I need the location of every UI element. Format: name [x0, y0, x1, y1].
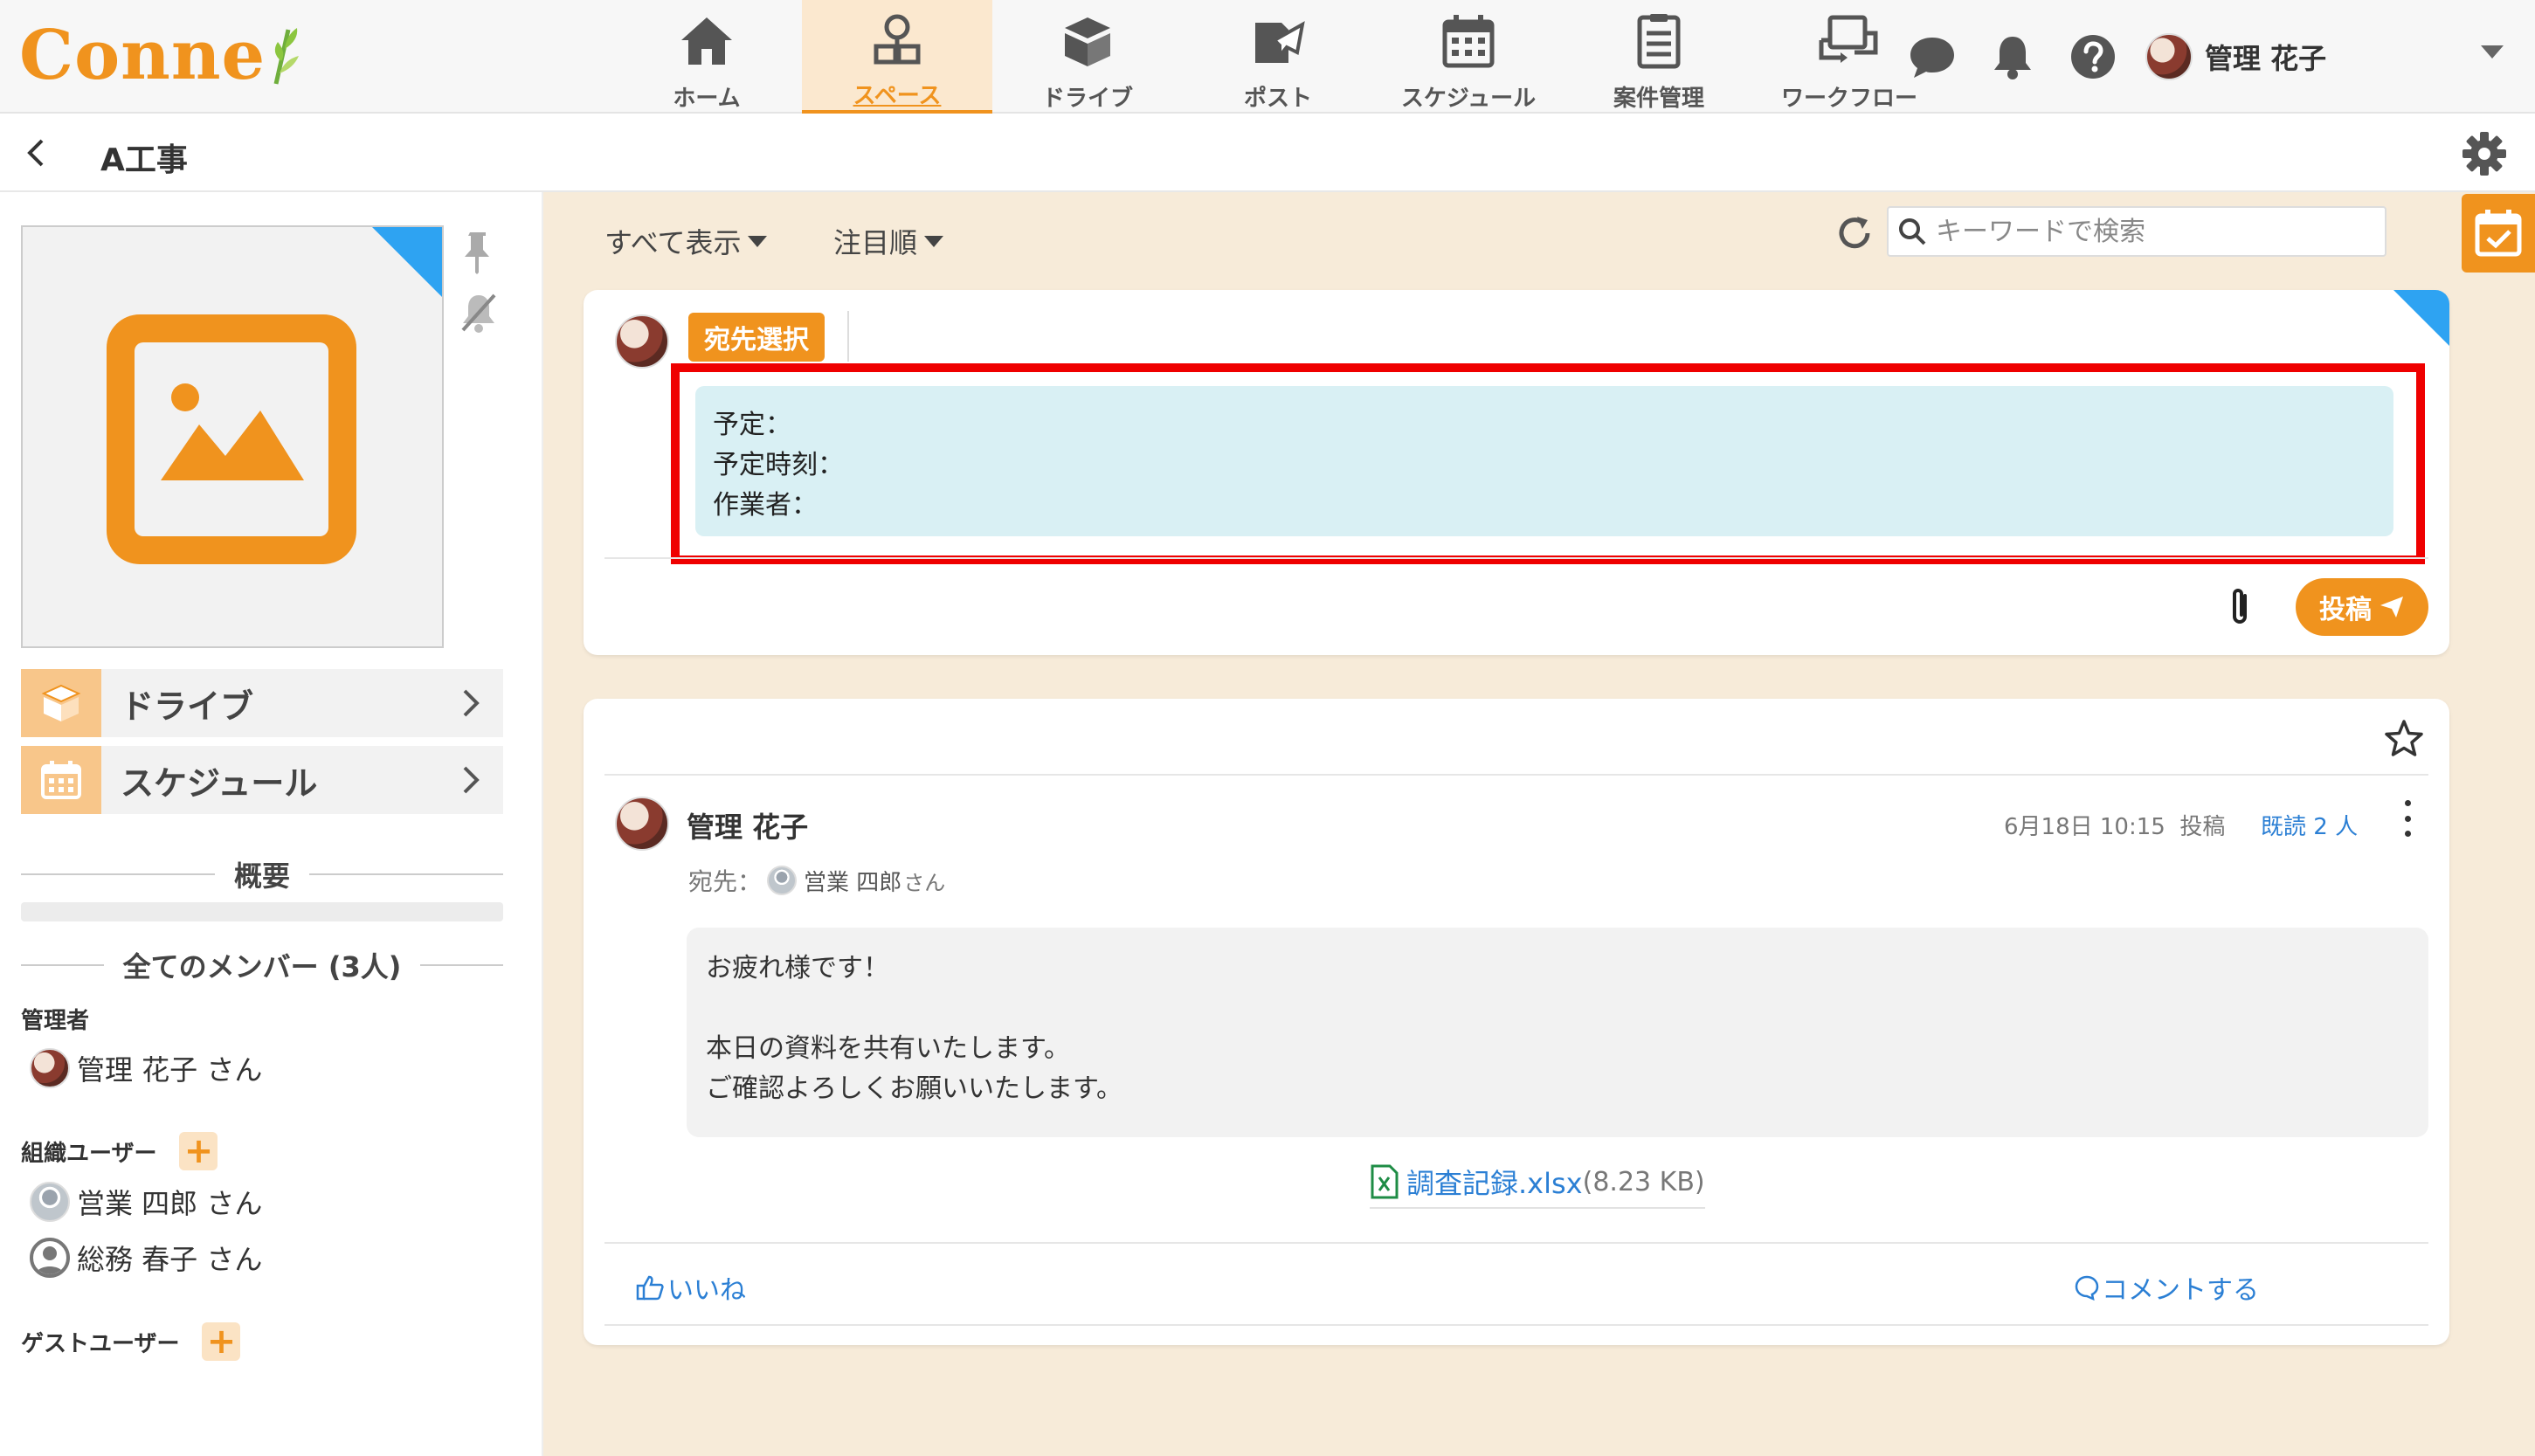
header-actions: 管理 花子 [1904, 26, 2326, 87]
add-guest-user-button[interactable]: + [202, 1322, 241, 1361]
comment-button[interactable]: コメントする [2074, 1268, 2259, 1307]
chevron-right-icon [463, 766, 480, 794]
nav-post[interactable]: ポスト [1183, 0, 1373, 114]
paperclip-icon[interactable] [2228, 585, 2254, 627]
avatar [30, 1048, 70, 1088]
divider [604, 1324, 2428, 1326]
sidebar-link-drive[interactable]: ドライブ [21, 669, 503, 737]
caret-down-icon [924, 235, 944, 247]
notification-off-icon[interactable] [459, 292, 498, 334]
page-title: A工事 [100, 142, 188, 178]
post-menu-icon[interactable] [2402, 800, 2413, 837]
role-admin-label: 管理者 [21, 1008, 90, 1034]
chevron-right-icon [463, 689, 480, 717]
pin-icon[interactable] [463, 231, 493, 274]
conne-logo[interactable]: Conne [19, 15, 304, 95]
post-recipients: 宛先： 営業 四郎 さん [688, 866, 946, 896]
calendar-icon [21, 746, 101, 814]
post-author: 管理 花子 [687, 811, 809, 844]
post-icon [1246, 9, 1310, 73]
user-name: 管理 花子 [2205, 42, 2327, 75]
chat-button[interactable] [1904, 29, 1960, 85]
member-item[interactable]: 総務 春子 さん [30, 1238, 262, 1278]
send-icon [2380, 597, 2403, 618]
help-icon [2071, 35, 2115, 79]
post-card: 管理 花子 6月18日 10:15 投稿 既読 2 人 宛先： 営業 四郎 さん… [584, 699, 2449, 1345]
logo-text: Conne [19, 15, 266, 95]
bell-icon [1994, 37, 2031, 79]
sidebar-link-schedule[interactable]: スケジュール [21, 746, 503, 814]
post-button[interactable]: 投稿 [2296, 578, 2428, 636]
show-all-filter[interactable]: すべて表示 [604, 221, 768, 261]
nav-schedule[interactable]: スケジュール [1373, 0, 1564, 114]
like-button[interactable]: いいね [636, 1268, 746, 1307]
space-header: A工事 [0, 114, 2535, 192]
chat-bubble-icon [1910, 38, 1954, 78]
back-chevron-icon[interactable] [21, 138, 51, 168]
role-guest-users-label: ゲストユーザー + [21, 1322, 241, 1361]
schedule-icon [1436, 9, 1501, 73]
calendar-check-icon [2475, 210, 2522, 257]
project-icon [1627, 9, 1691, 73]
overview-content [21, 902, 503, 921]
add-org-user-button[interactable]: + [179, 1132, 218, 1170]
search-icon [1899, 218, 1926, 245]
gear-icon[interactable] [2462, 131, 2507, 176]
overview-heading: 概要 [21, 854, 504, 894]
search-input[interactable] [1936, 216, 2373, 247]
help-button[interactable] [2065, 29, 2121, 85]
divider [604, 1242, 2428, 1244]
main-nav: ホーム スペース ドライブ ポスト スケジュール 案件管理 ワークフロー [611, 0, 1944, 114]
attachment-size: (8.23 KB) [1582, 1166, 1705, 1197]
default-avatar-icon [30, 1238, 70, 1278]
divider [604, 557, 2428, 559]
excel-file-icon [1371, 1164, 1399, 1199]
attachment-link[interactable]: 調査記録.xlsx [1406, 1162, 1583, 1202]
home-icon [674, 9, 739, 73]
author-avatar [615, 797, 669, 851]
top-navigation-bar: Conne ホーム スペース ドライブ ポスト スケジュール 案件管理 ワークフ… [0, 0, 2535, 114]
user-menu[interactable]: 管理 花子 [2145, 33, 2326, 80]
post-timestamp: 6月18日 10:15 投稿 [2004, 814, 2226, 840]
new-badge-corner [372, 227, 442, 297]
attachment: 調査記録.xlsx (8.23 KB) [1370, 1162, 1705, 1209]
space-icon [865, 9, 929, 71]
nav-drive[interactable]: ドライブ [992, 0, 1183, 114]
nav-project-management[interactable]: 案件管理 [1564, 0, 1754, 114]
member-item[interactable]: 営業 四郎 さん [30, 1182, 262, 1222]
members-heading: 全てのメンバー (3人) [21, 945, 504, 985]
caret-down-icon [748, 235, 768, 247]
workflow-icon [1817, 9, 1882, 73]
compose-card: 宛先選択 予定： 予定時刻： 作業者： 投稿 [584, 290, 2449, 655]
search-box[interactable] [1887, 206, 2386, 257]
leaf-icon [273, 28, 300, 85]
user-menu-caret-icon[interactable] [2481, 45, 2504, 59]
calendar-side-tab[interactable] [2462, 194, 2535, 273]
thumbs-up-icon [636, 1275, 664, 1301]
member-item[interactable]: 管理 花子 さん [30, 1048, 262, 1088]
new-badge-corner [2393, 290, 2449, 346]
divider [847, 311, 849, 362]
nav-home[interactable]: ホーム [611, 0, 802, 114]
notification-button[interactable] [1985, 29, 2041, 85]
sort-filter[interactable]: 注目順 [833, 221, 944, 261]
left-sidebar: ドライブ スケジュール 概要 全てのメンバー (3人) 管理者 管理 花子 さん… [0, 192, 543, 1456]
address-select-button[interactable]: 宛先選択 [688, 313, 825, 362]
highlight-box [671, 363, 2425, 564]
drive-icon [1055, 9, 1120, 73]
star-icon[interactable] [2383, 718, 2425, 760]
space-image[interactable] [21, 225, 444, 648]
recipient-avatar [767, 866, 798, 895]
role-org-users-label: 組織ユーザー + [21, 1132, 218, 1170]
nav-space[interactable]: スペース [802, 0, 992, 114]
divider [604, 774, 2428, 776]
drive-icon [21, 669, 101, 737]
comment-icon [2075, 1275, 2099, 1301]
author-avatar [615, 314, 669, 369]
user-avatar [2145, 33, 2193, 80]
read-count-link[interactable]: 既読 2 人 [2261, 809, 2358, 841]
refresh-icon[interactable] [1834, 213, 1875, 253]
post-body: お疲れ様です！ 本日の資料を共有いたします。 ご確認よろしくお願いいたします。 [687, 928, 2428, 1137]
avatar [30, 1182, 70, 1222]
